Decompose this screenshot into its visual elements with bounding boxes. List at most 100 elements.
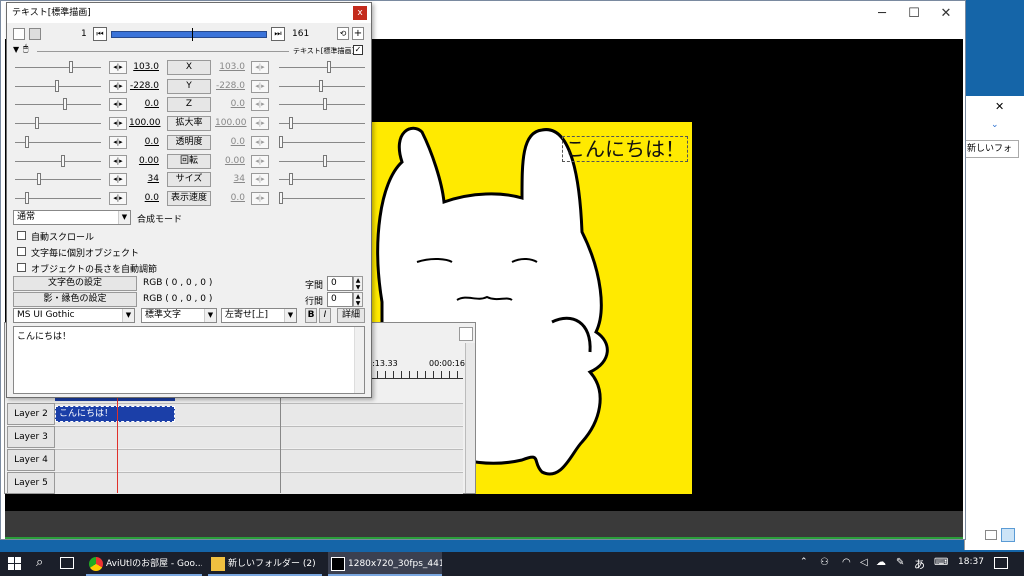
param-stepper-right[interactable]: ◂|▸ (251, 79, 269, 93)
param-value-right[interactable]: 34 (215, 173, 245, 186)
pen-icon[interactable]: ✎ (896, 557, 904, 568)
char-spacing-input[interactable]: 0 (327, 276, 353, 291)
char-spacing-spinner[interactable]: ▲ ▼ (353, 276, 363, 291)
chevron-up-icon[interactable]: ⌃ (800, 557, 808, 567)
new-folder-button[interactable]: 新しいフォ (963, 140, 1019, 158)
side-explorer-window[interactable]: ✕ ⌄ 新しいフォ (963, 96, 1024, 550)
param-stepper-right[interactable]: ◂|▸ (251, 98, 269, 112)
slider-knob[interactable] (35, 117, 39, 130)
param-name-button[interactable]: 表示速度 (167, 190, 211, 206)
param-name-button[interactable]: 回転 (167, 153, 211, 169)
param-stepper-right[interactable]: ◂|▸ (251, 135, 269, 149)
keyboard-icon[interactable]: ⌨ (934, 557, 948, 568)
param-value-left[interactable]: 0.0 (129, 192, 159, 205)
param-name-button[interactable]: Y (167, 78, 211, 94)
auto-length-checkbox[interactable] (17, 263, 26, 272)
param-stepper-left[interactable]: ◂|▸ (109, 191, 127, 205)
param-value-right[interactable]: -228.0 (215, 80, 245, 93)
param-value-right[interactable]: 103.0 (215, 61, 245, 74)
text-clip[interactable]: こんにちは！ (55, 406, 175, 422)
param-name-button[interactable]: 透明度 (167, 134, 211, 150)
param-name-button[interactable]: Z (167, 97, 211, 113)
param-value-left[interactable]: 0.00 (129, 155, 159, 168)
time-ruler[interactable] (369, 371, 463, 379)
param-slider-right[interactable] (279, 104, 365, 106)
slider-knob[interactable] (323, 98, 327, 111)
param-slider-left[interactable] (15, 67, 101, 68)
taskbar-explorer[interactable]: 新しいフォルダー (2) (208, 552, 322, 576)
slider-knob[interactable] (327, 61, 331, 73)
align-select[interactable]: 左寄せ[上] ▼ (221, 308, 297, 323)
param-value-left[interactable]: 100.00 (129, 117, 161, 130)
slider-knob[interactable] (25, 191, 29, 204)
param-value-left[interactable]: -228.0 (129, 80, 159, 93)
slider-knob[interactable] (55, 79, 59, 92)
slider-knob[interactable] (289, 173, 293, 186)
close-icon[interactable]: ✕ (931, 5, 961, 23)
text-color-button[interactable]: 文字色の設定 (13, 276, 137, 291)
maximize-icon[interactable]: ☐ (899, 5, 929, 23)
param-stepper-left[interactable]: ◂|▸ (109, 98, 127, 112)
text-input-area[interactable]: こんにちは！ (13, 326, 365, 394)
camera-icon[interactable] (13, 28, 25, 40)
layer-label-5[interactable]: Layer 5 (7, 472, 55, 494)
line-spacing-input[interactable]: 0 (327, 292, 353, 307)
param-stepper-right[interactable]: ◂|▸ (251, 61, 269, 74)
param-name-button[interactable]: サイズ (167, 172, 211, 188)
layer-label-3[interactable]: Layer 3 (7, 426, 55, 448)
frame-range-bar[interactable] (111, 31, 267, 38)
taskbar-chrome[interactable]: AviUtlのお部屋 - Goo... (86, 552, 202, 576)
layer-label-4[interactable]: Layer 4 (7, 449, 55, 471)
close-icon[interactable]: ✕ (995, 100, 1004, 113)
preview-text-object[interactable]: こんにちは！ (562, 136, 688, 162)
text-style-select[interactable]: 標準文字 ▼ (141, 308, 217, 323)
param-value-right[interactable]: 0.0 (215, 98, 245, 111)
task-view-icon[interactable] (60, 557, 74, 569)
jump-end-icon[interactable]: ⏭ (271, 27, 285, 41)
image-icon[interactable] (29, 28, 41, 40)
slider-knob[interactable] (69, 61, 73, 73)
param-slider-left[interactable] (15, 104, 101, 106)
refresh-icon[interactable]: ⟲ (337, 27, 349, 40)
slider-knob[interactable] (279, 135, 283, 148)
param-value-left[interactable]: 0.0 (129, 136, 159, 149)
param-name-button[interactable]: X (167, 60, 211, 75)
volume-icon[interactable]: ◁ (860, 557, 868, 568)
detail-button[interactable]: 詳細 (337, 308, 365, 323)
param-slider-right[interactable] (279, 160, 365, 162)
param-stepper-right[interactable]: ◂|▸ (251, 117, 269, 131)
param-slider-right[interactable] (279, 197, 365, 199)
font-select[interactable]: MS UI Gothic ▼ (13, 308, 135, 323)
param-slider-right[interactable] (279, 67, 365, 68)
param-stepper-left[interactable]: ◂|▸ (109, 135, 127, 149)
slider-knob[interactable] (279, 191, 283, 204)
italic-button[interactable]: I (319, 308, 331, 323)
jump-start-icon[interactable]: ⏮ (93, 27, 107, 41)
ime-indicator[interactable]: あ (914, 556, 925, 572)
add-filter-icon[interactable]: + (352, 27, 364, 40)
bold-button[interactable]: B (305, 308, 317, 323)
chevron-down-icon[interactable]: ⌄ (991, 120, 999, 130)
param-stepper-right[interactable]: ◂|▸ (251, 173, 269, 187)
people-icon[interactable]: ⚇ (820, 557, 829, 568)
slider-knob[interactable] (25, 135, 29, 148)
text-scrollbar[interactable] (354, 327, 364, 393)
param-slider-left[interactable] (15, 160, 101, 162)
line-spacing-spinner[interactable]: ▲ ▼ (353, 292, 363, 307)
object-enabled-checkbox[interactable]: ✓ (353, 45, 363, 55)
tiles-view-icon[interactable] (1001, 528, 1015, 542)
param-value-right[interactable]: 100.00 (215, 117, 247, 130)
param-stepper-left[interactable]: ◂|▸ (109, 154, 127, 168)
param-value-left[interactable]: 103.0 (129, 61, 159, 74)
param-stepper-left[interactable]: ◂|▸ (109, 117, 127, 131)
param-stepper-right[interactable]: ◂|▸ (251, 191, 269, 205)
notification-icon[interactable] (994, 557, 1008, 569)
param-value-right[interactable]: 0.0 (215, 192, 245, 205)
preview-seekbar[interactable] (5, 511, 963, 539)
playhead-cursor[interactable] (117, 393, 118, 493)
minimize-icon[interactable]: ─ (867, 5, 897, 23)
start-windows-icon[interactable] (8, 557, 22, 571)
slider-knob[interactable] (37, 173, 41, 186)
slider-knob[interactable] (289, 117, 293, 130)
timeline-scrollbar[interactable] (465, 343, 475, 493)
